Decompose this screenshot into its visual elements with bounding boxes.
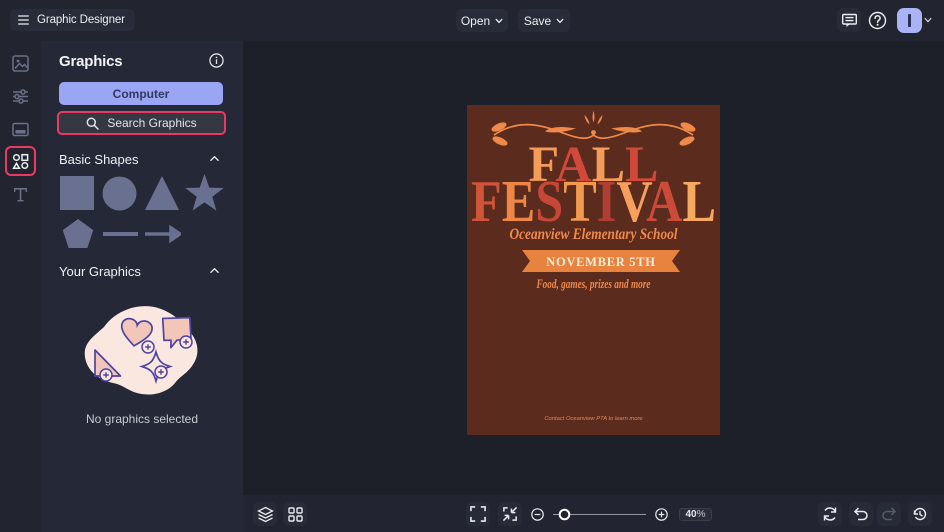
svg-text:Contact Oceanview PTA to learn: Contact Oceanview PTA to learn more <box>544 416 643 422</box>
svg-text:NOVEMBER 5TH: NOVEMBER 5TH <box>546 255 655 269</box>
svg-text:FESTIVAL: FESTIVAL <box>471 168 716 234</box>
svg-text:Food, games, prizes and more: Food, games, prizes and more <box>536 277 651 291</box>
svg-text:Oceanview Elementary School: Oceanview Elementary School <box>510 226 678 243</box>
